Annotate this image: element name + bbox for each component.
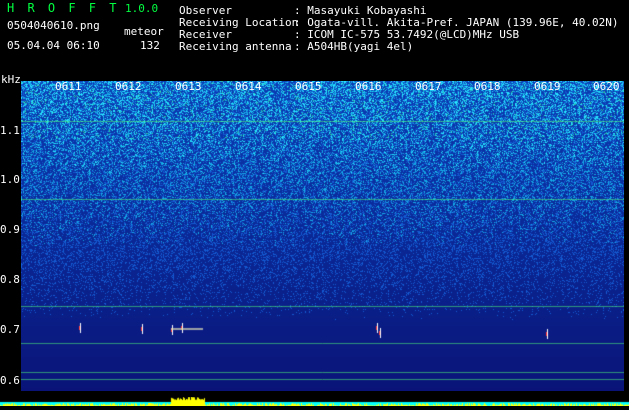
ytick-0.8: 0.8: [0, 273, 20, 286]
time-0615: 0615: [295, 80, 322, 93]
time-0614: 0614: [235, 80, 262, 93]
time-0611: 0611: [55, 80, 82, 93]
app-title: H R O F F T: [7, 1, 120, 15]
ytick-1.1: 1.1: [0, 124, 20, 137]
datetime-label: 05.04.04 06:10: [7, 39, 100, 52]
info-value-antenna: : A504HB(yagi 4el): [294, 40, 414, 53]
time-0619: 0619: [534, 80, 561, 93]
ytick-0.6: 0.6: [0, 374, 20, 387]
time-0612: 0612: [115, 80, 142, 93]
meteor-count: 132: [140, 39, 160, 52]
time-0620: 0620: [593, 80, 620, 93]
info-key-antenna: Receiving antenna: [179, 40, 292, 53]
ytick-0.9: 0.9: [0, 223, 20, 236]
ytick-1.0: 1.0: [0, 173, 20, 186]
meteor-label: meteor: [124, 25, 164, 38]
time-0618: 0618: [474, 80, 501, 93]
spectrogram-canvas: [21, 81, 624, 391]
ytick-0.7: 0.7: [0, 323, 20, 336]
time-0613: 0613: [175, 80, 202, 93]
amplitude-strip: [0, 391, 629, 406]
time-0617: 0617: [415, 80, 442, 93]
version-label: 1.0.0: [125, 2, 159, 15]
amplitude-canvas: [0, 397, 629, 406]
khz-unit-label: kHz: [1, 73, 21, 86]
filename-label: 0504040610.png: [7, 19, 100, 32]
time-0616: 0616: [355, 80, 382, 93]
